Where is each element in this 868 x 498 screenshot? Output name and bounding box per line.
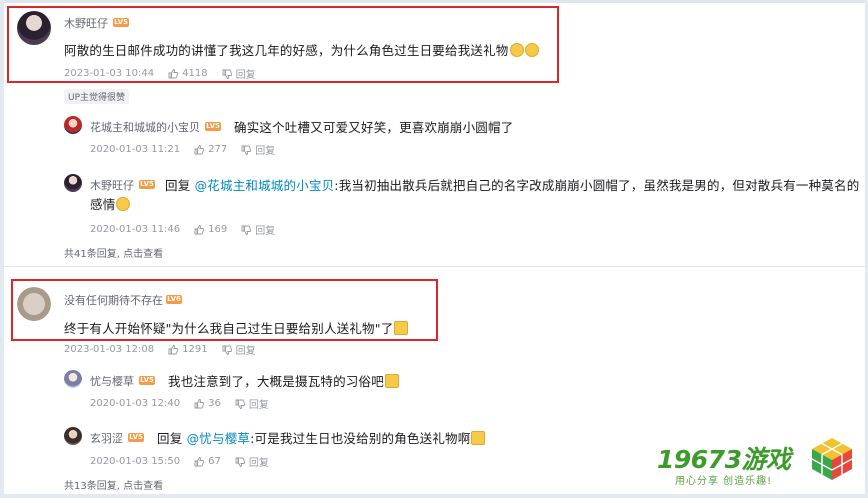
timestamp: 2020-01-03 12:40 <box>90 398 181 409</box>
username[interactable]: 玄羽涩 <box>90 430 123 446</box>
reply-text: 确实这个吐槽又可爱又好笑，更喜欢崩崩小圆帽了 <box>234 120 514 135</box>
level-badge: LV5 <box>128 433 144 442</box>
avatar[interactable] <box>64 116 82 134</box>
up-liked-tag: UP主觉得很赞 <box>64 89 130 104</box>
reply-meta: 2020-01-03 11:46 169 回复 <box>90 222 281 237</box>
comment-text: 终于有人开始怀疑"为什么我自己过生日要给别人送礼物"了 <box>64 318 409 337</box>
reply-button[interactable]: 回复 <box>236 66 256 81</box>
reply-button[interactable]: 回复 <box>249 396 269 411</box>
avatar[interactable] <box>17 287 51 321</box>
crying-emoji-icon <box>524 43 539 57</box>
crying-emoji-icon <box>116 197 131 211</box>
thumbs-up-icon[interactable] <box>194 144 205 155</box>
avatar[interactable] <box>64 427 82 445</box>
level-badge: LV5 <box>139 376 155 385</box>
view-more-replies[interactable]: 共13条回复, 点击查看 <box>64 477 163 492</box>
reply-button[interactable]: 回复 <box>236 342 256 357</box>
reply-text: 回复 @花城主和城城的小宝贝:我当初抽出散兵后就把自己的名字改成崩崩小圆帽了，虽… <box>165 178 860 193</box>
reply-text: 我也注意到了，大概是摄瓦特的习俗吧 <box>168 371 399 390</box>
laughing-emoji-icon <box>471 431 486 445</box>
thumbs-down-icon[interactable] <box>241 145 252 155</box>
timestamp: 2020-01-03 11:46 <box>90 224 181 235</box>
reply-text: 回复 @忧与樱草:可是我过生日也没给别的角色送礼物啊 <box>157 428 486 447</box>
username[interactable]: 花城主和城城的小宝贝 <box>90 119 200 135</box>
like-count: 67 <box>208 456 221 467</box>
like-count: 169 <box>208 224 228 235</box>
mention-link[interactable]: @花城主和城城的小宝贝 <box>195 178 335 193</box>
thumbs-down-icon[interactable] <box>235 457 245 467</box>
thumbs-down-icon[interactable] <box>241 225 252 235</box>
view-more-replies[interactable]: 共41条回复, 点击查看 <box>64 245 163 260</box>
window-top-border <box>0 0 868 3</box>
comment-divider <box>4 266 865 267</box>
reply-button[interactable]: 回复 <box>255 142 275 157</box>
timestamp: 2023-01-03 10:44 <box>64 68 155 79</box>
comment-meta: 2023-01-03 10:44 4118 回复 <box>64 66 262 81</box>
reply-button[interactable]: 回复 <box>249 454 269 469</box>
like-count: 1291 <box>182 344 208 355</box>
username[interactable]: 木野旺仔 <box>90 177 134 193</box>
thumbs-up-icon[interactable] <box>194 456 205 467</box>
like-count: 36 <box>208 398 221 409</box>
reply-meta: 2020-01-03 15:50 67 回复 <box>90 454 275 469</box>
username[interactable]: 木野旺仔 <box>64 15 108 31</box>
level-badge: LV6 <box>166 295 182 304</box>
thumbs-down-icon[interactable] <box>222 69 232 79</box>
thumbs-down-icon[interactable] <box>222 345 232 355</box>
avatar[interactable] <box>64 174 82 192</box>
reply-text-line2: 感情 <box>90 194 131 213</box>
site-watermark-logo: 19673游戏 用心分享 创造乐趣! <box>657 438 867 495</box>
window-left-border <box>0 0 4 498</box>
laughing-emoji-icon <box>384 374 399 388</box>
level-badge: LV5 <box>205 122 221 131</box>
level-badge: LV5 <box>113 18 129 27</box>
mention-link[interactable]: @忧与樱草 <box>187 431 251 446</box>
username[interactable]: 没有任何期待不存在 <box>64 292 163 308</box>
like-count: 4118 <box>182 68 208 79</box>
logo-text: 19673游戏 <box>657 445 791 474</box>
game-cube-logo-icon <box>811 438 853 480</box>
thumbs-down-icon[interactable] <box>235 399 245 409</box>
avatar[interactable] <box>17 11 51 45</box>
reply-meta: 2020-01-03 12:40 36 回复 <box>90 396 275 411</box>
crying-emoji-icon <box>509 43 524 57</box>
username[interactable]: 忧与樱草 <box>90 373 134 389</box>
laughing-emoji-icon <box>394 321 409 335</box>
timestamp: 2020-01-03 15:50 <box>90 456 181 467</box>
thumbs-up-icon[interactable] <box>168 68 179 79</box>
thumbs-up-icon[interactable] <box>168 344 179 355</box>
reply-meta: 2020-01-03 11:21 277 回复 <box>90 142 281 157</box>
logo-slogan: 用心分享 创造乐趣! <box>675 476 773 487</box>
avatar[interactable] <box>64 370 82 388</box>
thumbs-up-icon[interactable] <box>194 224 205 235</box>
level-badge: LV5 <box>139 180 155 189</box>
thumbs-up-icon[interactable] <box>194 398 205 409</box>
comment-text: 阿散的生日邮件成功的讲懂了我这几年的好感，为什么角色过生日要给我送礼物 <box>64 40 539 59</box>
timestamp: 2023-01-03 12:08 <box>64 344 155 355</box>
reply-button[interactable]: 回复 <box>255 222 275 237</box>
like-count: 277 <box>208 144 228 155</box>
comment-meta: 2023-01-03 12:08 1291 回复 <box>64 342 262 357</box>
timestamp: 2020-01-03 11:21 <box>90 144 181 155</box>
